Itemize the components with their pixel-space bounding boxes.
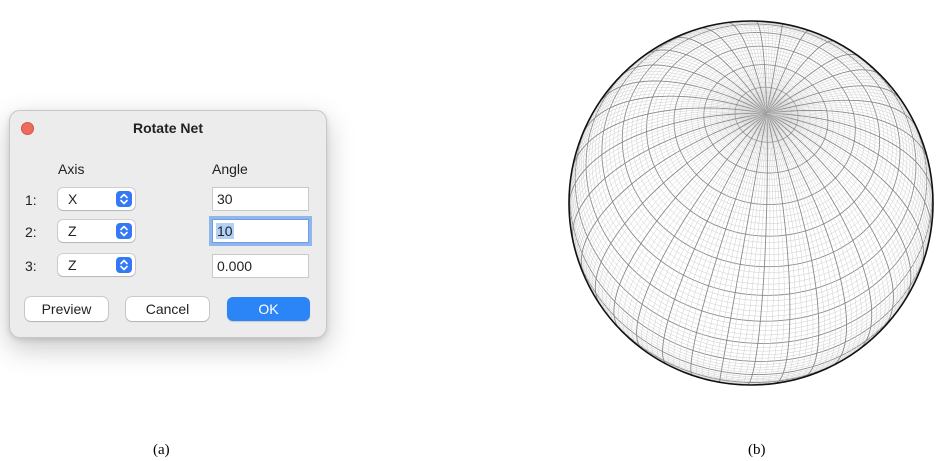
net-minor-line (569, 222, 915, 373)
axis-select-2[interactable]: Z (58, 220, 135, 242)
axis-select-1-value: X (68, 191, 78, 207)
angle-field-2[interactable]: 10 (212, 219, 309, 243)
cancel-button[interactable]: Cancel (126, 297, 209, 321)
angle-field-1-value: 30 (217, 191, 233, 207)
angle-field-2-value: 10 (216, 223, 234, 239)
axis-header: Axis (58, 161, 85, 177)
net-minor-line (622, 113, 767, 338)
angle-field-3[interactable]: 0.000 (212, 254, 309, 278)
chevron-up-down-icon (116, 257, 132, 273)
angle-field-3-value: 0.000 (217, 258, 253, 274)
chevron-up-down-icon (116, 223, 132, 239)
stereographic-net (568, 20, 934, 386)
angle-header: Angle (212, 161, 248, 177)
title-bar: Rotate Net (10, 111, 326, 145)
dialog-title: Rotate Net (132, 120, 203, 136)
row-1-label: 1: (25, 192, 37, 208)
axis-select-1[interactable]: X (58, 188, 135, 210)
chevron-up-down-icon (116, 191, 132, 207)
rotate-net-dialog: Rotate Net Axis Angle 1: X 30 2: Z 10 3:… (9, 110, 327, 338)
row-3-label: 3: (25, 258, 37, 274)
caption-a: (a) (153, 442, 170, 458)
net-grid (568, 20, 934, 386)
preview-button[interactable]: Preview (25, 297, 108, 321)
caption-b: (b) (748, 442, 766, 458)
net-minor-line (766, 113, 917, 289)
net-minor-line (766, 113, 858, 361)
axis-select-3[interactable]: Z (58, 254, 135, 276)
axis-select-2-value: Z (68, 223, 77, 239)
net-minor-line (766, 113, 882, 342)
angle-field-1[interactable]: 30 (212, 187, 309, 211)
ok-button[interactable]: OK (227, 297, 310, 321)
row-2-label: 2: (25, 224, 37, 240)
axis-select-3-value: Z (68, 257, 77, 273)
